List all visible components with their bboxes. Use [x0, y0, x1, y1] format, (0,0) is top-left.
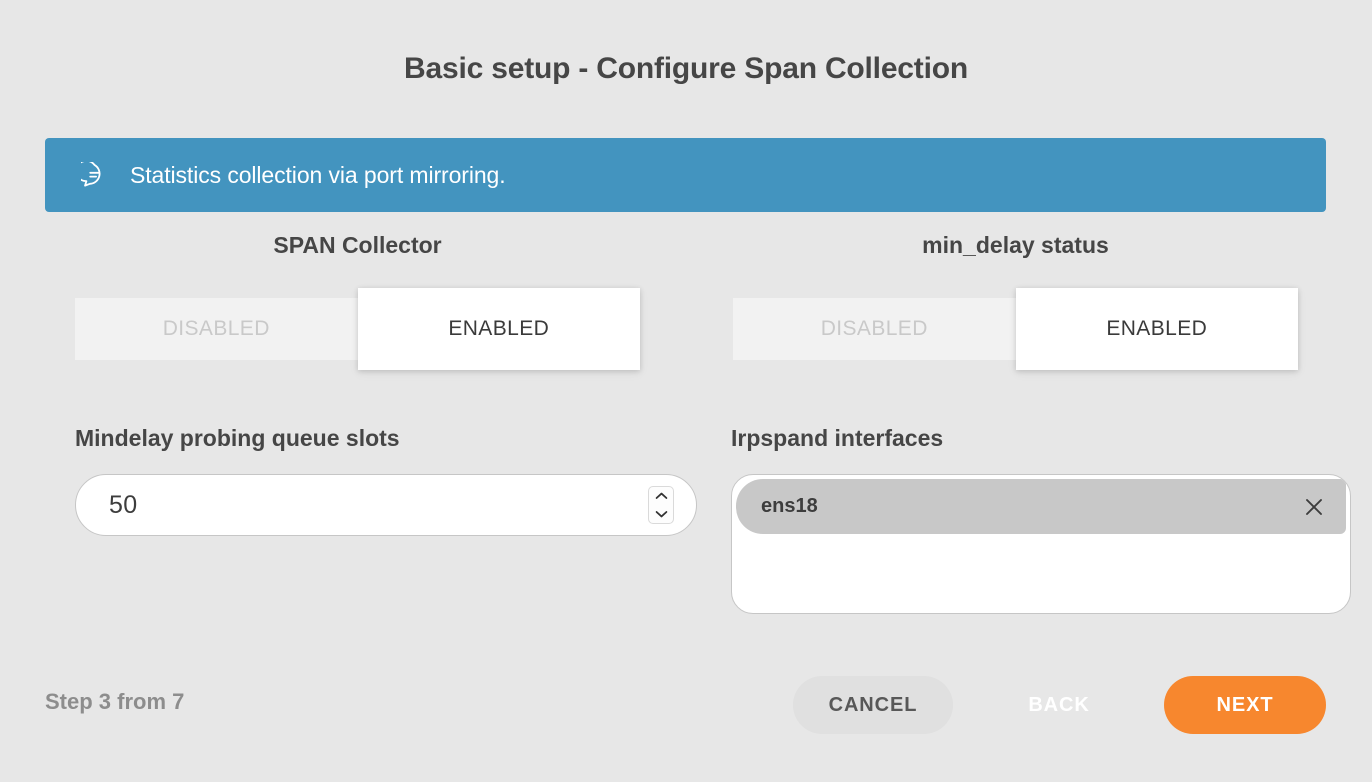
left-column: SPAN Collector DISABLED ENABLED Mindelay… — [45, 232, 697, 536]
irpspand-interfaces-label: Irpspand interfaces — [731, 425, 944, 451]
min-delay-status-label: min_delay status — [922, 232, 1109, 258]
irpspand-interfaces-input[interactable]: ens18 — [731, 474, 1351, 614]
chevron-up-icon[interactable] — [655, 492, 668, 500]
comment-bubble-icon — [81, 161, 108, 189]
mindelay-queue-slots-input[interactable]: 50 — [75, 474, 697, 536]
min-delay-status-option-disabled[interactable]: DISABLED — [733, 298, 1016, 360]
mindelay-queue-slots-label: Mindelay probing queue slots — [75, 425, 400, 451]
interface-chip-label: ens18 — [761, 495, 818, 517]
step-indicator: Step 3 from 7 — [45, 689, 185, 714]
span-collector-option-enabled[interactable]: ENABLED — [357, 288, 640, 370]
footer: Step 3 from 7 CANCEL BACK NEXT — [0, 660, 1372, 750]
chevron-down-icon[interactable] — [655, 510, 668, 518]
cancel-button[interactable]: CANCEL — [793, 676, 953, 734]
number-spinner[interactable] — [648, 486, 674, 524]
interface-chip[interactable]: ens18 — [736, 479, 1346, 534]
irpspand-interfaces-field: Irpspand interfaces ens18 — [703, 425, 1351, 614]
page-title: Basic setup - Configure Span Collection — [404, 52, 968, 85]
back-button[interactable]: BACK — [999, 676, 1119, 734]
info-banner: Statistics collection via port mirroring… — [45, 138, 1326, 212]
next-button[interactable]: NEXT — [1164, 676, 1326, 734]
right-column: min_delay status DISABLED ENABLED Irpspa… — [703, 232, 1351, 614]
min-delay-status-option-enabled[interactable]: ENABLED — [1015, 288, 1298, 370]
span-collector-label: SPAN Collector — [273, 232, 442, 258]
mindelay-queue-slots-field: Mindelay probing queue slots 50 — [45, 425, 697, 536]
mindelay-queue-slots-value: 50 — [109, 490, 138, 519]
span-collector-toggle[interactable]: DISABLED ENABLED — [75, 288, 640, 370]
info-banner-text: Statistics collection via port mirroring… — [130, 161, 506, 188]
close-icon[interactable] — [1302, 495, 1326, 519]
span-collector-option-disabled[interactable]: DISABLED — [75, 298, 358, 360]
min-delay-status-toggle[interactable]: DISABLED ENABLED — [733, 288, 1298, 370]
